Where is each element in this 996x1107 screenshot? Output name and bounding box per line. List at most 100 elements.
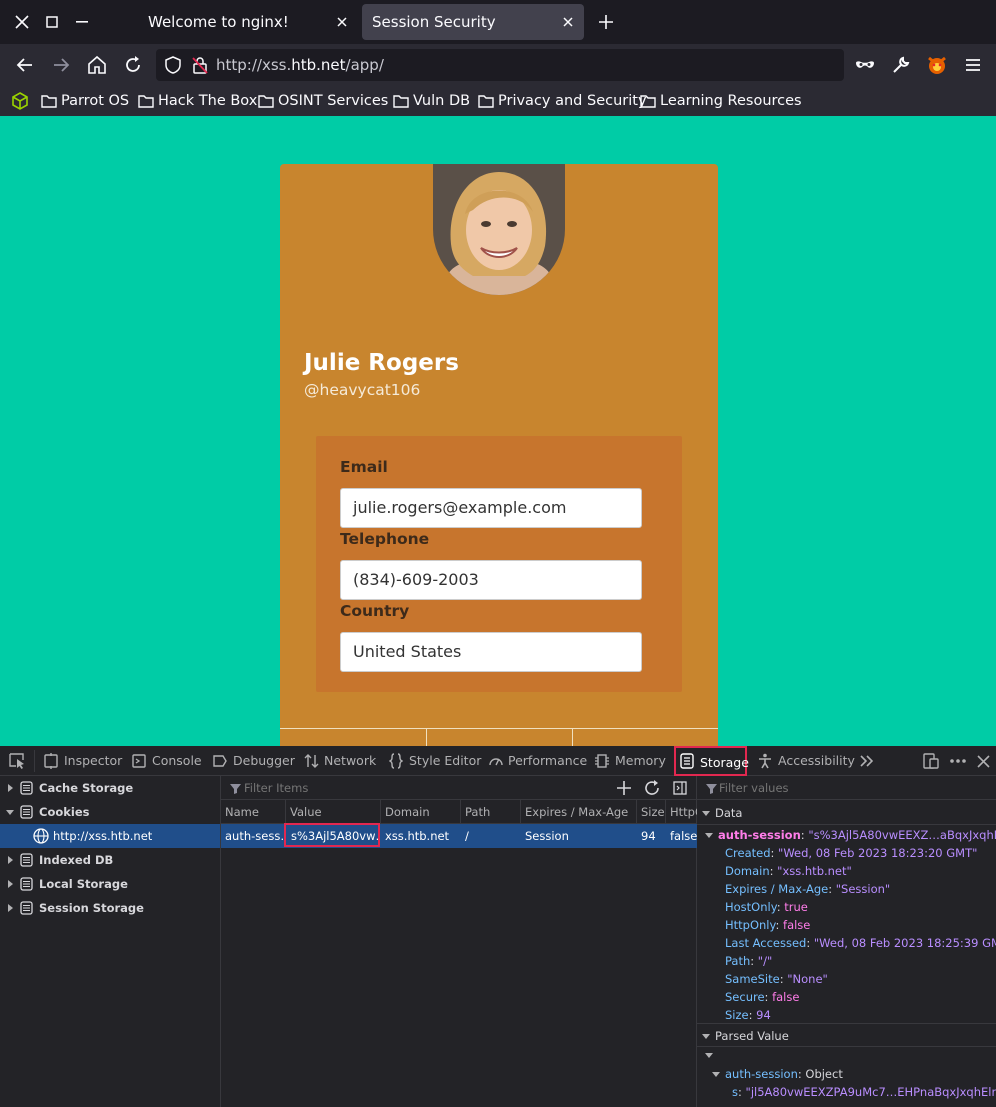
private-mask-icon[interactable] (853, 53, 877, 77)
element-picker-icon[interactable] (9, 753, 26, 769)
cell-domain[interactable]: xss.htb.net (381, 824, 459, 848)
close-tab-icon[interactable] (334, 14, 350, 30)
tab-label: Debugger (233, 753, 295, 768)
bookmark-folder-osint-services[interactable]: OSINT Services (258, 91, 388, 111)
close-window-icon[interactable] (15, 15, 29, 29)
collapse-arrow-icon[interactable] (705, 1053, 713, 1058)
tree-item-cookies[interactable]: Cookies (0, 800, 220, 824)
tree-item-cookie-host[interactable]: http://xss.htb.net (0, 824, 220, 848)
filter-items-input[interactable] (244, 778, 584, 798)
hamburger-menu-icon[interactable] (961, 53, 985, 77)
bookmark-folder-vuln-db[interactable]: Vuln DB (393, 91, 470, 111)
tree-item-local-storage[interactable]: Local Storage (0, 872, 220, 896)
data-section-header[interactable]: Data (697, 801, 996, 825)
close-tab-icon[interactable] (560, 14, 576, 30)
telephone-field[interactable]: (834)-609-2003 (340, 560, 642, 600)
country-field[interactable]: United States (340, 632, 642, 672)
tab-inspector[interactable]: Inspector (44, 746, 122, 776)
expand-arrow-icon[interactable] (8, 784, 13, 792)
refresh-icon[interactable] (643, 779, 661, 797)
bookmark-label: Learning Resources (660, 93, 802, 109)
insecure-lock-icon[interactable] (192, 56, 208, 74)
cookie-property-row[interactable]: Created: "Wed, 08 Feb 2023 18:23:20 GMT" (725, 844, 977, 862)
tab-debugger[interactable]: Debugger (213, 746, 295, 776)
add-item-icon[interactable] (616, 780, 632, 796)
cookie-property-row[interactable]: SameSite: "None" (725, 970, 828, 988)
cookie-property-row[interactable]: Domain: "xss.htb.net" (725, 862, 852, 880)
cookie-property-row[interactable]: Expires / Max-Age: "Session" (725, 880, 890, 898)
folder-icon (393, 95, 409, 108)
column-header-size[interactable]: Size (636, 800, 665, 824)
storage-icon (20, 901, 33, 915)
tree-item-cache-storage[interactable]: Cache Storage (0, 776, 220, 800)
collapse-arrow-icon[interactable] (6, 810, 14, 815)
bookmark-folder-hack-the-box[interactable]: Hack The Box (138, 91, 257, 111)
column-header-expires[interactable]: Expires / Max-Age (520, 800, 628, 824)
more-options-icon[interactable] (950, 759, 966, 763)
home-icon[interactable] (85, 53, 109, 77)
tab-storage[interactable]: Storage (674, 746, 749, 776)
parsed-s-value: "jl5A80vwEEXZPA9uMc7…EHPnaBqxJxqhElrfZ1k… (745, 1085, 996, 1099)
parsed-s-row[interactable]: s: "jl5A80vwEEXZPA9uMc7…EHPnaBqxJxqhElrf… (732, 1083, 996, 1101)
responsive-design-icon[interactable] (923, 753, 939, 769)
reload-icon[interactable] (121, 53, 145, 77)
new-tab-icon[interactable] (598, 14, 614, 30)
tab-memory[interactable]: Memory (595, 746, 666, 776)
bookmark-folder-privacy-security[interactable]: Privacy and Security (478, 91, 647, 111)
bookmark-folder-parrot-os[interactable]: Parrot OS (41, 91, 129, 111)
bookmark-folder-learning-resources[interactable]: Learning Resources (640, 91, 802, 111)
cookie-property-row[interactable]: Size: 94 (725, 1006, 771, 1024)
column-header-domain[interactable]: Domain (380, 800, 430, 824)
tab-session-security[interactable]: Session Security (362, 4, 584, 40)
filter-values-input[interactable] (719, 778, 989, 798)
cell-expires[interactable]: Session (521, 824, 635, 848)
tab-network[interactable]: Network (304, 746, 376, 776)
overflow-chevrons-icon[interactable] (859, 754, 873, 768)
shield-icon[interactable] (164, 56, 182, 74)
table-row[interactable]: auth-sess… s%3Ajl5A80vw… xss.htb.net / S… (221, 823, 697, 848)
tab-performance[interactable]: Performance (488, 746, 587, 776)
collapse-arrow-icon[interactable] (712, 1072, 720, 1077)
minimize-window-icon[interactable] (76, 21, 88, 23)
tab-console[interactable]: Console (132, 746, 202, 776)
cookie-property-row[interactable]: HostOnly: true (725, 898, 808, 916)
tab-welcome-nginx[interactable]: Welcome to nginx! (138, 4, 358, 40)
cookie-property-row[interactable]: HttpOnly: false (725, 916, 810, 934)
close-devtools-icon[interactable] (977, 755, 990, 768)
column-header-path[interactable]: Path (460, 800, 490, 824)
back-arrow-icon[interactable] (13, 53, 37, 77)
parrot-cube-icon[interactable] (11, 92, 29, 110)
collapse-arrow-icon[interactable] (702, 1034, 710, 1039)
expand-arrow-icon[interactable] (8, 856, 13, 864)
tree-item-indexed-db[interactable]: Indexed DB (0, 848, 220, 872)
cell-size[interactable]: 94 (637, 824, 665, 848)
tab-accessibility[interactable]: Accessibility (758, 746, 855, 776)
cell-path[interactable]: / (461, 824, 519, 848)
parsed-value-section-header[interactable]: Parsed Value (697, 1023, 996, 1047)
collapse-arrow-icon[interactable] (705, 833, 713, 838)
email-field[interactable]: julie.rogers@example.com (340, 488, 642, 528)
toggle-sidebar-icon[interactable] (673, 781, 687, 795)
column-header-value[interactable]: Value (285, 800, 322, 824)
cell-httponly[interactable]: false (666, 824, 697, 848)
cell-name[interactable]: auth-sess… (221, 824, 285, 848)
url-bar[interactable]: http://xss.htb.net/app/ (156, 49, 844, 81)
forward-arrow-icon[interactable] (49, 53, 73, 77)
url-host: htb.net (291, 56, 346, 74)
section-title: Data (715, 806, 743, 820)
divider (426, 729, 427, 746)
tab-style-editor[interactable]: Style Editor (389, 746, 481, 776)
cookie-property-row[interactable]: Last Accessed: "Wed, 08 Feb 2023 18:25:3… (725, 934, 996, 952)
cookie-property-row[interactable]: Path: "/" (725, 952, 772, 970)
column-header-name[interactable]: Name (221, 800, 259, 824)
extension-fox-icon[interactable] (925, 53, 949, 77)
parsed-object-row[interactable]: auth-session: Object (712, 1065, 843, 1083)
cookie-property-row[interactable]: Secure: false (725, 988, 799, 1006)
collapse-arrow-icon[interactable] (702, 811, 710, 816)
cookie-entry-row[interactable]: auth-session: "s%3Ajl5A80vwEEXZ…aBqxJxqh… (705, 826, 996, 844)
expand-arrow-icon[interactable] (8, 880, 13, 888)
expand-arrow-icon[interactable] (8, 904, 13, 912)
wrench-icon[interactable] (889, 53, 913, 77)
tree-item-session-storage[interactable]: Session Storage (0, 896, 220, 920)
maximize-window-icon[interactable] (46, 16, 58, 28)
